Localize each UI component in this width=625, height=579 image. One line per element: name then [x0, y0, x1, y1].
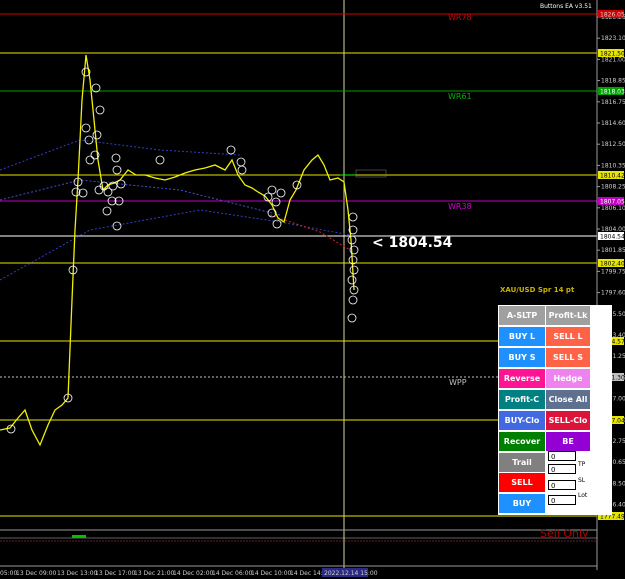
indicator-bar [72, 535, 86, 538]
time-tick-label: 13 Dec 17:00 [95, 570, 136, 577]
recover-button[interactable]: Recover [499, 432, 545, 451]
hedge-button[interactable]: Hedge [546, 369, 590, 388]
sell-stop-button[interactable]: SELL S [546, 348, 590, 367]
profit-close-button[interactable]: Profit-C [499, 390, 545, 409]
time-tick-label: 13 Dec 09:00 [16, 570, 57, 577]
profit-lock-button[interactable]: Profit-Lk [546, 306, 590, 325]
time-axis: 05:0013 Dec 09:00 13 Dec 13:0013 Dec 17:0… [0, 568, 378, 577]
breakeven-button[interactable]: BE [546, 432, 590, 451]
sell-button[interactable]: SELL [499, 473, 545, 492]
buy-button[interactable]: BUY [499, 494, 545, 513]
buy-close-button[interactable]: BUY-Clo [499, 411, 545, 430]
time-tick-label: 13 Dec 13:00 [57, 570, 98, 577]
price-tick-label: 1806.10 [601, 205, 625, 212]
trail-button[interactable]: Trail [499, 453, 545, 472]
spread-info: XAU/USD Spr 14 pt [500, 286, 575, 294]
ea-title: Buttons EA v3.51 [540, 3, 592, 10]
price-tick-label: 1810.35 [601, 162, 625, 169]
time-tick-label: 14 Dec 02:00 [173, 570, 214, 577]
time-tick-label: 2022.12.14 15:00 [324, 570, 378, 577]
axis-label-current: 1804.54 [600, 234, 625, 241]
price-tick-label: 1816.75 [601, 99, 625, 106]
axis-label-wr61: 1818.03 [600, 89, 625, 96]
price-tick-label: 1812.50 [601, 141, 625, 148]
wr78-label: WR78 [448, 13, 472, 22]
price-tick-label: 1808.25 [601, 184, 625, 191]
axis-label-yellow-3: 1802.40 [600, 261, 625, 268]
wr38-label: WR38 [448, 202, 472, 211]
wpp-label: WPP [449, 378, 467, 387]
axis-label-wr78: 1826.05 [600, 12, 625, 19]
time-tick-label: 05:00 [0, 570, 17, 577]
buy-limit-button[interactable]: BUY L [499, 327, 545, 346]
wr61-label: WR61 [448, 92, 472, 101]
value-field[interactable]: 0 [548, 451, 576, 461]
trade-panel: A-SLTP Profit-Lk BUY L SELL L BUY S SELL… [498, 305, 612, 515]
price-tick-label: 1814.60 [601, 120, 625, 127]
tp-field[interactable]: 0 [548, 464, 576, 474]
sl-field[interactable]: 0 [548, 480, 576, 490]
sl-label: SL [578, 477, 586, 484]
axis-label-yellow-1: 1821.50 [600, 51, 625, 58]
buy-stop-button[interactable]: BUY S [499, 348, 545, 367]
reverse-button[interactable]: Reverse [499, 369, 545, 388]
axis-label-yellow-2: 1810.42 [600, 173, 625, 180]
time-tick-label: 14 Dec 10:00 [251, 570, 292, 577]
close-all-button[interactable]: Close All [546, 390, 590, 409]
sell-only-label: Sell Only [540, 527, 589, 540]
tp-label: TP [578, 461, 586, 468]
price-tick-label: 1797.60 [601, 290, 625, 297]
sell-close-button[interactable]: SELL-Clo [546, 411, 590, 430]
axis-label-wr38: 1807.05 [600, 199, 625, 206]
price-tick-label: 1799.75 [601, 268, 625, 275]
price-tick-label: 1818.85 [601, 78, 625, 85]
a-sltp-button[interactable]: A-SLTP [499, 306, 545, 325]
time-tick-label: 13 Dec 21:00 [134, 570, 175, 577]
price-tick-label: 1804.00 [601, 226, 625, 233]
price-tick-label: 1823.10 [601, 35, 625, 42]
lot-label: Lot [578, 492, 588, 499]
sell-limit-button[interactable]: SELL L [546, 327, 590, 346]
price-tick-label: 1801.85 [601, 247, 625, 254]
current-price-readout: < 1804.54 [372, 235, 453, 251]
time-tick-label: 14 Dec 06:00 [212, 570, 253, 577]
lot-field[interactable]: 0 [548, 495, 576, 505]
